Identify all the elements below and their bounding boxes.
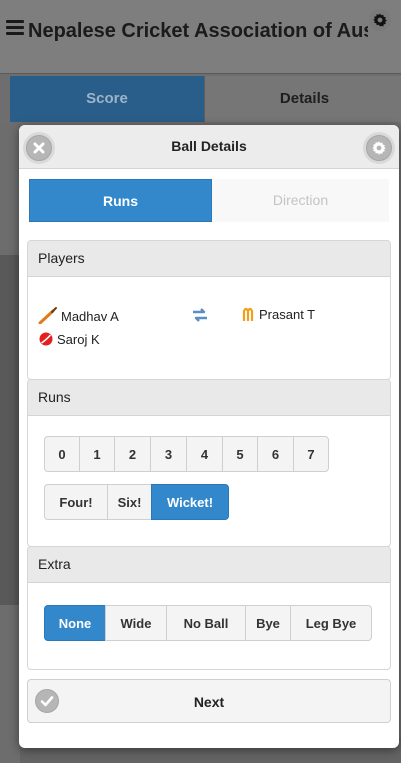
tab-direction[interactable]: Direction — [212, 179, 389, 222]
run-button-2[interactable]: 2 — [114, 436, 151, 472]
app-title: Nepalese Cricket Association of Australi… — [28, 20, 368, 42]
extra-button-group: None Wide No Ball Bye Leg Bye — [44, 605, 372, 641]
batsman-name: Madhav A — [61, 309, 119, 324]
run-button-6[interactable]: 6 — [257, 436, 294, 472]
gear-icon — [372, 141, 386, 155]
extra-header: Extra — [28, 547, 390, 583]
runner-icon — [242, 307, 254, 321]
players-header: Players — [28, 241, 390, 277]
background-tabs: Score Details — [10, 76, 401, 122]
extra-button-bye[interactable]: Bye — [245, 605, 291, 641]
run-button-3[interactable]: 3 — [150, 436, 187, 472]
run-button-0[interactable]: 0 — [44, 436, 80, 472]
tab-runs[interactable]: Runs — [29, 179, 212, 222]
runs-section: Runs 01234567 Four! Six! Wicket! — [27, 379, 391, 547]
extra-button-leg-bye[interactable]: Leg Bye — [290, 605, 372, 641]
runs-button-group: 01234567 — [44, 436, 329, 472]
special-run-button-four[interactable]: Four! — [44, 484, 108, 520]
swap-batsmen-button[interactable] — [191, 306, 212, 325]
bowler-name: Saroj K — [57, 332, 100, 347]
next-label: Next — [193, 694, 225, 710]
non-striker-player[interactable]: Prasant T — [242, 306, 315, 323]
extra-button-wide[interactable]: Wide — [105, 605, 167, 641]
special-runs-button-group: Four! Six! Wicket! — [44, 484, 229, 520]
app-header: Nepalese Cricket Association of Australi… — [0, 0, 401, 74]
cricket-bat-icon — [38, 307, 57, 325]
dialog-title: Ball Details — [171, 138, 247, 154]
swap-arrows-icon — [193, 308, 207, 322]
background-band — [0, 255, 20, 605]
extra-button-none[interactable]: None — [44, 605, 106, 641]
extra-button-no-ball[interactable]: No Ball — [166, 605, 246, 641]
run-button-7[interactable]: 7 — [293, 436, 329, 472]
ball-details-dialog: Ball Details Runs Direction Players Madh… — [19, 125, 399, 748]
players-section: Players Madhav A Prasant T Saroj K — [27, 240, 391, 380]
tab-score[interactable]: Score — [10, 76, 204, 122]
dialog-header: Ball Details — [19, 125, 399, 169]
run-button-5[interactable]: 5 — [222, 436, 258, 472]
cricket-ball-icon — [39, 332, 53, 346]
gear-icon[interactable] — [368, 8, 392, 32]
batsman-player[interactable]: Madhav A — [38, 306, 119, 325]
bowler-player[interactable]: Saroj K — [38, 331, 100, 348]
menu-icon[interactable] — [6, 20, 24, 36]
runs-header: Runs — [28, 380, 390, 416]
run-button-4[interactable]: 4 — [186, 436, 223, 472]
special-run-button-wicket[interactable]: Wicket! — [151, 484, 229, 520]
dialog-tabs: Runs Direction — [29, 179, 389, 222]
special-run-button-six[interactable]: Six! — [107, 484, 152, 520]
dialog-settings-button[interactable] — [366, 135, 392, 161]
next-button[interactable]: Next — [27, 679, 391, 723]
non-striker-name: Prasant T — [259, 307, 316, 322]
tab-details[interactable]: Details — [204, 76, 401, 122]
run-button-1[interactable]: 1 — [79, 436, 115, 472]
extra-section: Extra None Wide No Ball Bye Leg Bye — [27, 546, 391, 670]
